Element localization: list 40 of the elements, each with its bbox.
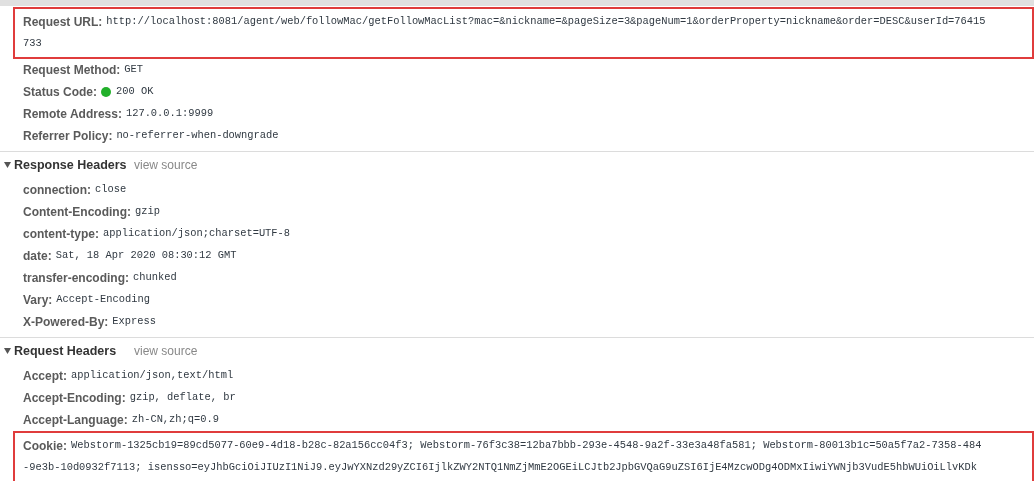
header-value: -9e3b-10d0932f7113; isensso=eyJhbGciOiJIUzI1NiJ9.eyJwYXNzd29yZCI6IjlkZWY2NTQ1NmZjMmE2OGEiLCJtb2JpbGVQaG9uZSI6IjE4MzcwODg4ODMxIiwiYWNjb3VudE5hbWUiOiLlvKDk [23,460,978,476]
view-source-link[interactable]: view source [134,156,198,174]
header-name: Vary: [23,292,53,309]
header-value: Accept-Encoding [56,292,150,308]
header-name: Content-Encoding: [23,204,131,221]
header-value: application/json;charset=UTF-8 [103,226,291,242]
header-value: no-referrer-when-downgrade [116,128,279,144]
header-name: date: [23,248,52,265]
header-value: application/json,text/html [71,368,234,384]
header-name: Request Method: [23,62,121,79]
header-name: transfer-encoding: [23,270,129,287]
header-value: 127.0.0.1:9999 [125,106,214,122]
expand-triangle-icon[interactable] [4,162,11,168]
header-value: close [95,182,127,198]
header-value: gzip, deflate, br [129,390,236,406]
header-value: Sat, 18 Apr 2020 08:30:12 GMT [55,248,237,264]
header-value: zh-CN,zh;q=0.9 [131,412,219,428]
header-value: 733 [23,36,42,52]
expand-triangle-icon[interactable] [4,348,11,354]
header-name: Accept: [23,368,67,385]
header-name: Accept-Language: [23,412,128,429]
header-name: content-type: [23,226,99,243]
section-title[interactable]: Request Headers [14,341,134,361]
header-value: chunked [133,270,177,286]
view-source-link[interactable]: view source [134,342,198,360]
header-name: X-Powered-By: [23,314,109,331]
header-value: Webstorm-1325cb19=89cd5077-60e9-4d18-b28c-82a156cc04f3; Webstorm-76f3c38=12ba7bbb-293e-4548-9a2f-33e3a48fa581; Webstorm-80013b1c=50a5f7a2-7358-484 [71,438,982,454]
header-name: Remote Address: [23,106,122,123]
header-value: gzip [135,204,160,220]
header-value: GET [124,62,144,78]
header-name: Cookie: [23,438,67,455]
header-name: connection: [23,182,91,199]
section-title[interactable]: Response Headers [14,155,134,175]
header-name: Accept-Encoding: [23,390,126,407]
header-value: 200 OK [116,84,154,100]
header-name: Referrer Policy: [23,128,113,145]
header-name: Status Code: [23,84,97,101]
header-value: Express [112,314,156,330]
header-value: http://localhost:8081/agent/web/followMac/getFollowMacList?mac=&nickname=&pageSize=3&pageNum=1&orderProperty=nickname&order=DESC&userId=76415 [106,14,986,30]
header-name: Request URL: [23,14,103,31]
